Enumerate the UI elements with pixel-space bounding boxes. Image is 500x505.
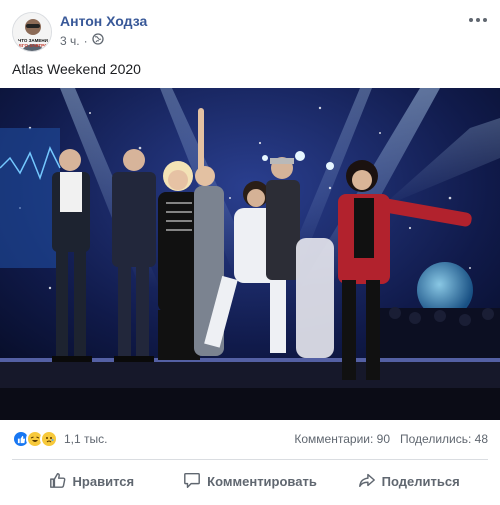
comment-icon bbox=[183, 471, 201, 492]
comment-button-label: Комментировать bbox=[207, 473, 317, 489]
reaction-count[interactable]: 1,1 тыс. bbox=[64, 432, 107, 446]
post-time[interactable]: 3 ч. bbox=[60, 34, 80, 48]
like-button-label: Нравится bbox=[72, 473, 135, 489]
thumbs-up-icon bbox=[49, 471, 67, 492]
post-actions: Нравится Комментировать Поделиться bbox=[12, 462, 488, 500]
post-stats: 1,1 тыс. Комментарии: 90 Поделились: 48 bbox=[12, 430, 488, 450]
engagement-counts: Комментарии: 90 Поделились: 48 bbox=[294, 432, 488, 446]
post-text: Atlas Weekend 2020 bbox=[12, 61, 141, 77]
reactions-summary[interactable]: 1,1 тыс. bbox=[12, 430, 107, 448]
share-icon bbox=[358, 471, 376, 492]
avatar[interactable]: ЧТО ЗАМЕНИ ЕГО ЗАВТРА bbox=[12, 12, 52, 52]
divider bbox=[12, 459, 488, 460]
share-button-label: Поделиться bbox=[381, 473, 460, 489]
globe-icon[interactable] bbox=[91, 33, 104, 48]
more-options-icon[interactable] bbox=[468, 12, 488, 28]
sad-icon bbox=[40, 430, 58, 448]
author-name[interactable]: Антон Ходза bbox=[60, 13, 147, 29]
post-meta: 3 ч. · bbox=[60, 33, 104, 48]
svg-text:ЕГО ЗАВТРА: ЕГО ЗАВТРА bbox=[19, 43, 48, 48]
post-photo[interactable] bbox=[0, 88, 500, 420]
shares-count[interactable]: Поделились: 48 bbox=[400, 432, 488, 446]
facebook-post: ЧТО ЗАМЕНИ ЕГО ЗАВТРА Антон Ходза 3 ч. ·… bbox=[0, 0, 500, 505]
share-button[interactable]: Поделиться bbox=[329, 462, 488, 500]
like-button[interactable]: Нравится bbox=[12, 462, 171, 500]
comment-button[interactable]: Комментировать bbox=[171, 462, 330, 500]
comments-count[interactable]: Комментарии: 90 bbox=[294, 432, 390, 446]
meta-separator: · bbox=[83, 33, 88, 48]
